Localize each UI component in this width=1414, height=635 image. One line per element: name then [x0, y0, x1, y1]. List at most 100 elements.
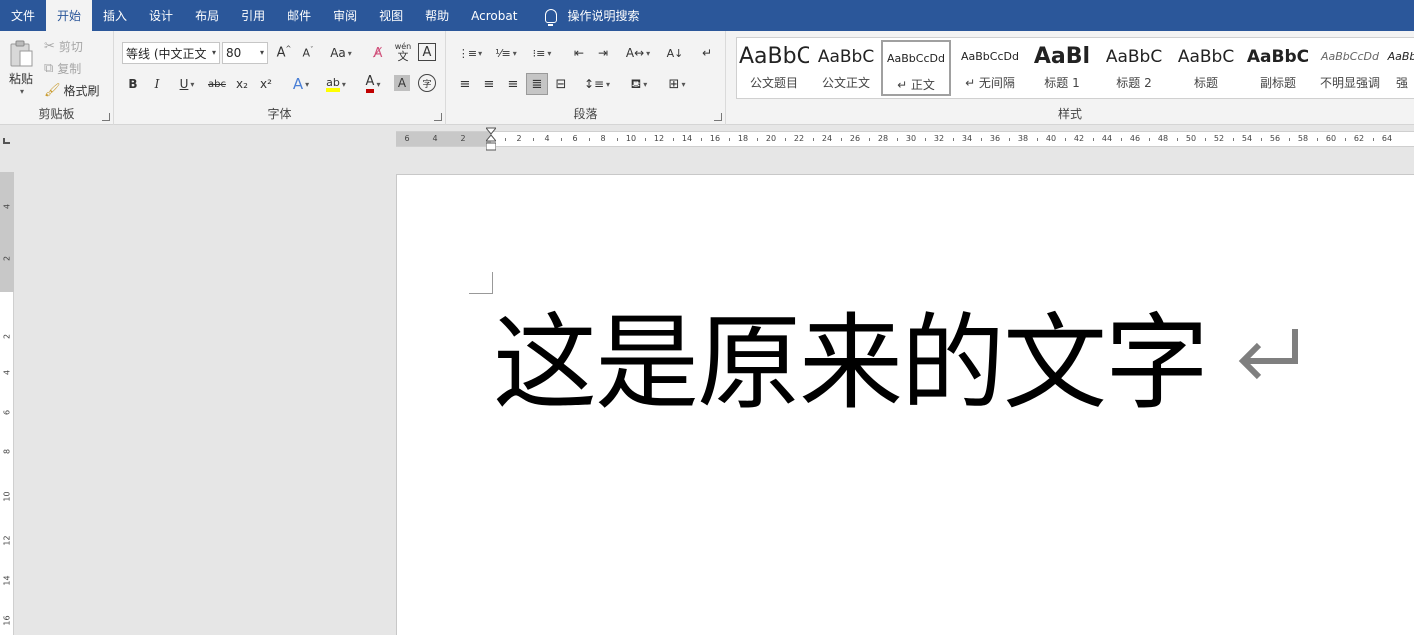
distributed-button[interactable]: ⊟ — [550, 73, 572, 95]
line-spacing-icon: ↕≡ — [583, 77, 605, 91]
line-spacing-button[interactable]: ↕≡ ▾ — [580, 73, 614, 95]
multilevel-list-button[interactable]: ⁝≡ ▾ — [526, 43, 558, 63]
cut-label: 剪切 — [58, 39, 83, 54]
bullets-button[interactable]: ⋮≡ ▾ — [454, 43, 486, 63]
tab-layout[interactable]: 布局 — [184, 0, 230, 31]
phonetic-guide-button[interactable]: wén 文 — [392, 42, 414, 64]
ruler-tick-label: 44 — [1101, 134, 1113, 143]
chevron-down-icon: ▾ — [211, 48, 216, 57]
tab-file[interactable]: 文件 — [0, 0, 46, 31]
ruler-minor-tick — [813, 138, 814, 141]
bold-button[interactable]: B — [124, 74, 142, 94]
font-name-value: 等线 (中文正文 — [126, 46, 207, 61]
paste-label: 粘贴 — [8, 72, 33, 86]
shading-button[interactable]: ⛾ ▾ — [622, 73, 656, 95]
font-color-button[interactable]: A ▾ — [358, 74, 388, 94]
font-name-combo[interactable]: 等线 (中文正文 ▾ — [122, 42, 220, 64]
ruler-minor-tick — [897, 138, 898, 141]
character-border-button[interactable]: A — [418, 43, 436, 61]
justify-button[interactable]: ≣ — [526, 73, 548, 95]
align-left-button[interactable]: ≡ — [454, 73, 476, 95]
menu-bar: 文件 开始 插入 设计 布局 引用 邮件 审阅 视图 帮助 Acrobat 操作… — [0, 0, 1414, 31]
style-tile[interactable]: AaBb 强 — [1387, 40, 1414, 96]
paste-button[interactable]: 粘贴 ▾ — [4, 37, 38, 99]
strikethrough-label: abc — [208, 78, 226, 90]
ruler-minor-tick — [841, 138, 842, 141]
tab-help[interactable]: 帮助 — [414, 0, 460, 31]
indent-marker-icon[interactable] — [486, 127, 496, 155]
chevron-down-icon: ▾ — [19, 87, 24, 96]
ruler-minor-tick — [673, 138, 674, 141]
tab-home[interactable]: 开始 — [46, 0, 93, 31]
chinese-layout-button[interactable]: A↔ ▾ — [622, 43, 654, 63]
ruler-tick-label: 20 — [765, 134, 777, 143]
copy-button[interactable]: ⧉ 复制 — [44, 59, 81, 77]
change-case-label: Aa — [330, 46, 346, 60]
align-center-button[interactable]: ≡ — [478, 73, 500, 95]
ruler-minor-tick — [617, 138, 618, 141]
change-case-button[interactable]: Aa ▾ — [326, 43, 356, 63]
justify-icon: ≣ — [531, 76, 543, 92]
align-right-button[interactable]: ≡ — [502, 73, 524, 95]
chevron-down-icon: ▾ — [376, 79, 381, 89]
ruler-minor-tick — [1149, 138, 1150, 141]
ruler-minor-tick — [1121, 138, 1122, 141]
font-size-combo[interactable]: 80 ▾ — [222, 42, 268, 64]
style-tile[interactable]: AaBbC 公文正文 — [811, 40, 881, 96]
dialog-launcher-icon[interactable] — [434, 113, 442, 121]
decrease-indent-button[interactable]: ⇤ — [568, 43, 590, 63]
style-tile[interactable]: AaBbCcDd ↵ 正文 — [881, 40, 951, 96]
increase-indent-button[interactable]: ⇥ — [592, 43, 614, 63]
horizontal-ruler[interactable]: 6 4 2 2 4 6 8 10 12 14 16 18 20 22 24 26 28 30 32 34 36 38 40 4… — [396, 131, 1414, 147]
format-painter-button[interactable]: 🖌 格式刷 — [44, 81, 100, 99]
copy-icon: ⧉ — [44, 60, 54, 76]
dialog-launcher-icon[interactable] — [102, 113, 110, 121]
borders-button[interactable]: ⊞ ▾ — [660, 73, 694, 95]
clear-formatting-button[interactable]: A̸ — [368, 43, 388, 63]
superscript-button[interactable]: x² — [256, 74, 276, 94]
tell-me-search[interactable]: 操作说明搜索 — [534, 0, 650, 31]
shrink-font-button[interactable]: Aˇ — [298, 43, 318, 63]
text-effects-button[interactable]: A ▾ — [286, 74, 316, 94]
chevron-down-icon: ▾ — [643, 79, 648, 89]
outdent-icon: ⇤ — [573, 46, 585, 60]
tab-acrobat[interactable]: Acrobat — [460, 0, 528, 31]
style-tile[interactable]: AaBbC 标题 2 — [1099, 40, 1169, 96]
tab-mailings[interactable]: 邮件 — [276, 0, 322, 31]
sort-icon: A↓ — [666, 46, 684, 60]
style-tile[interactable]: AaBbC 标题 — [1171, 40, 1241, 96]
style-tile[interactable]: AaBbCcDd ↵ 无间隔 — [955, 40, 1025, 96]
italic-button[interactable]: I — [148, 74, 166, 94]
show-formatting-button[interactable]: ↵ — [696, 43, 718, 63]
underline-button[interactable]: U ▾ — [172, 74, 202, 94]
cut-button[interactable]: ✂ 剪切 — [44, 37, 83, 55]
highlight-button[interactable]: ab ▾ — [320, 74, 352, 94]
tab-view[interactable]: 视图 — [368, 0, 414, 31]
subscript-button[interactable]: x₂ — [232, 74, 252, 94]
ruler-tick-label: 16 — [709, 134, 721, 143]
dialog-launcher-icon[interactable] — [714, 113, 722, 121]
document-page[interactable]: 这是原来的文字 — [396, 174, 1414, 635]
tab-references[interactable]: 引用 — [230, 0, 276, 31]
style-tile[interactable]: AaBbC 公文题目 — [739, 40, 809, 96]
style-tile[interactable]: AaBbC 副标题 — [1243, 40, 1313, 96]
numbering-button[interactable]: ⅟≡ ▾ — [490, 43, 522, 63]
tab-stop-selector[interactable] — [0, 126, 20, 154]
style-tile[interactable]: AaBl 标题 1 — [1027, 40, 1097, 96]
character-shading-button[interactable]: A — [394, 75, 410, 91]
grow-font-button[interactable]: A^ — [274, 43, 294, 63]
style-tile[interactable]: AaBbCcDd 不明显强调 — [1315, 40, 1385, 96]
sort-button[interactable]: A↓ — [664, 43, 686, 63]
ribbon: 粘贴 ▾ ✂ 剪切 ⧉ 复制 🖌 格式刷 剪贴板 等线 (中文正文 ▾ 80 ▾… — [0, 31, 1414, 125]
ruler-tick-label: 6 — [404, 134, 410, 143]
ruler-minor-tick — [981, 138, 982, 141]
document-text[interactable]: 这是原来的文字 — [493, 303, 1209, 423]
tab-review[interactable]: 审阅 — [322, 0, 368, 31]
ruler-tick-label: 2 — [2, 255, 12, 262]
tab-insert[interactable]: 插入 — [92, 0, 138, 31]
strikethrough-button[interactable]: abc — [206, 74, 228, 94]
enclose-characters-button[interactable]: 字 — [418, 74, 436, 92]
vertical-ruler[interactable]: 4 2 2 4 6 8 10 12 14 16 — [0, 172, 14, 635]
tab-design[interactable]: 设计 — [138, 0, 184, 31]
ruler-tick-label: 4 — [432, 134, 438, 143]
